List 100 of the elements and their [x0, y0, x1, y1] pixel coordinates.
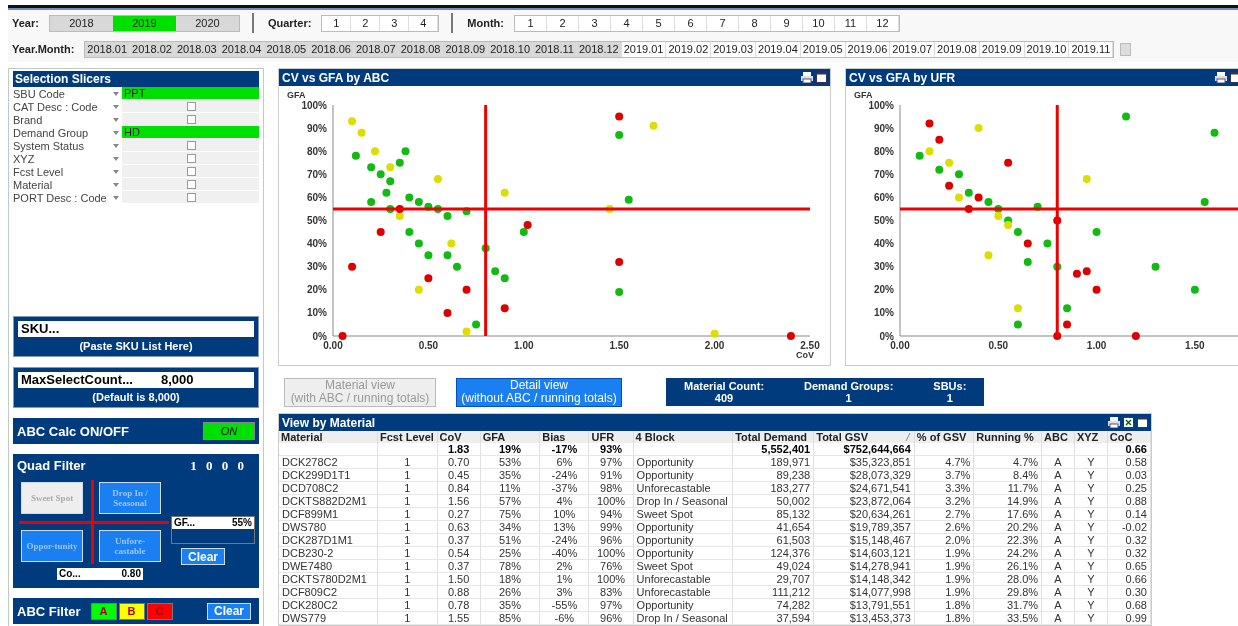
- x-tick-label: 0.00: [323, 340, 344, 351]
- y-tick-label: 60%: [873, 191, 895, 203]
- table-cell: 4.7%: [914, 455, 974, 469]
- table-cell: $23,872,064: [813, 494, 915, 508]
- total-cell: -17%: [539, 443, 589, 456]
- table-cell: Sweet Spot: [633, 559, 733, 573]
- table-cell: 34%: [480, 520, 540, 534]
- table-cell: 83%: [588, 585, 634, 599]
- table-cell: 85,132: [732, 507, 814, 521]
- table-cell: 1.9%: [914, 559, 974, 573]
- table-cell: $14,148,342: [813, 572, 915, 586]
- stat-label: Demand Groups:: [804, 380, 894, 392]
- y-tick-label: 30%: [873, 261, 895, 273]
- table-cell: Y: [1074, 546, 1108, 560]
- table-cell: 1: [377, 455, 438, 469]
- table-cell: 0.84: [437, 481, 481, 495]
- table-cell: 28.0%: [973, 572, 1042, 586]
- table-cell: 1.56: [437, 494, 481, 508]
- table-cell: DCF809C2: [279, 585, 378, 599]
- table-cell: 1: [377, 468, 438, 482]
- x-tick-label: 1.00: [1086, 340, 1107, 351]
- table-cell: A: [1041, 507, 1075, 521]
- panel-title: Quad Filter: [17, 458, 86, 474]
- table-cell: 0.70: [437, 455, 481, 469]
- table-cell: 11%: [480, 481, 540, 495]
- table-cell: $14,603,121: [813, 546, 915, 560]
- chart-title: CV vs GFA by ABC: [282, 70, 390, 85]
- total-cell: 93%: [588, 443, 634, 456]
- stat-value: 409: [714, 392, 734, 404]
- table-cell: 111,212: [732, 585, 814, 599]
- table-cell: Opportunity: [633, 520, 733, 534]
- table-cell: $19,789,357: [813, 520, 915, 534]
- table-cell: Y: [1074, 468, 1108, 482]
- y-tick-label: 50%: [306, 215, 328, 226]
- y-tick-label: 0%: [312, 330, 328, 342]
- table-cell: 10%: [539, 507, 589, 521]
- table-cell: $13,791,551: [813, 598, 915, 612]
- table-cell: 1: [377, 507, 438, 521]
- table-cell: A: [1041, 572, 1075, 586]
- table-cell: 2.0%: [914, 533, 974, 547]
- y-tick-label: 20%: [873, 284, 895, 296]
- table-cell: 1: [377, 494, 438, 508]
- table-cell: 0.30: [1107, 585, 1151, 599]
- y-tick-label: 90%: [306, 122, 328, 134]
- table-cell: $13,453,373: [813, 611, 915, 625]
- hint-text: (Paste SKU List Here): [78, 340, 194, 352]
- x-tick-label: 1.50: [609, 340, 630, 351]
- table-cell: 24.2%: [973, 546, 1042, 560]
- table-cell: Opportunity: [633, 533, 733, 547]
- table-cell: 51%: [480, 533, 540, 547]
- table-cell: DWS780: [279, 520, 378, 534]
- x-tick-label: 0.50: [418, 340, 439, 351]
- table-cell: 1.9%: [914, 572, 974, 586]
- table-cell: A: [1041, 559, 1075, 573]
- y-tick-label: 40%: [873, 238, 895, 250]
- table-cell: 26%: [480, 585, 540, 599]
- x-tick-label: 2.50: [800, 340, 821, 351]
- filter-label: Year:: [11, 17, 40, 29]
- table-cell: 3.2%: [914, 494, 974, 508]
- table-cell: A: [1041, 494, 1075, 508]
- table-cell: 8.4%: [973, 468, 1042, 482]
- table-cell: 53%: [480, 455, 540, 469]
- y-tick-label: 50%: [873, 215, 895, 226]
- x-tick-label: 1.00: [514, 340, 534, 351]
- table-cell: -24%: [539, 468, 589, 482]
- table-cell: 31.7%: [973, 598, 1042, 612]
- filter-label: Year.Month:: [11, 43, 76, 55]
- table-cell: 1.50: [437, 572, 481, 586]
- table-cell: Opportunity: [633, 455, 733, 469]
- table-cell: 35%: [480, 468, 540, 482]
- table-cell: $35,323,851: [813, 455, 915, 469]
- table-cell: 50,002: [732, 494, 814, 508]
- table-cell: DCK278C2: [279, 455, 378, 469]
- table-cell: A: [1041, 520, 1075, 534]
- table-cell: 3.3%: [914, 481, 974, 495]
- table-cell: 0.68: [1107, 598, 1151, 612]
- table-cell: 100%: [588, 494, 634, 508]
- table-cell: Y: [1074, 611, 1108, 625]
- slicer-label: CAT Desc : Code: [13, 100, 99, 113]
- table-cell: 183,277: [732, 481, 814, 495]
- table-cell: DWE7480: [279, 559, 378, 573]
- table-cell: 0.78: [437, 598, 481, 612]
- panel-title: ABC Calc ON/OFF: [17, 423, 129, 439]
- table-cell: 100%: [588, 546, 634, 560]
- hint-text: (Default is 8,000): [91, 391, 181, 403]
- table-cell: DCKTS780D2M1: [279, 572, 378, 586]
- table-cell: Unforecastable: [633, 585, 733, 599]
- table-cell: 0.88: [437, 585, 481, 599]
- table-cell: $28,073,329: [813, 468, 915, 482]
- table-cell: A: [1041, 533, 1075, 547]
- filter-code: 1 0 0 0: [190, 458, 247, 474]
- table-cell: 76%: [588, 559, 634, 573]
- table-cell: A: [1041, 546, 1075, 560]
- table-cell: DCB230-2: [279, 546, 378, 560]
- table-title: View by Material: [282, 415, 376, 430]
- table-cell: 96%: [588, 533, 634, 547]
- table-cell: 1: [377, 546, 438, 560]
- table-cell: 0.54: [437, 546, 481, 560]
- table-cell: 1.8%: [914, 611, 974, 625]
- stat-label: SBUs:: [933, 380, 967, 392]
